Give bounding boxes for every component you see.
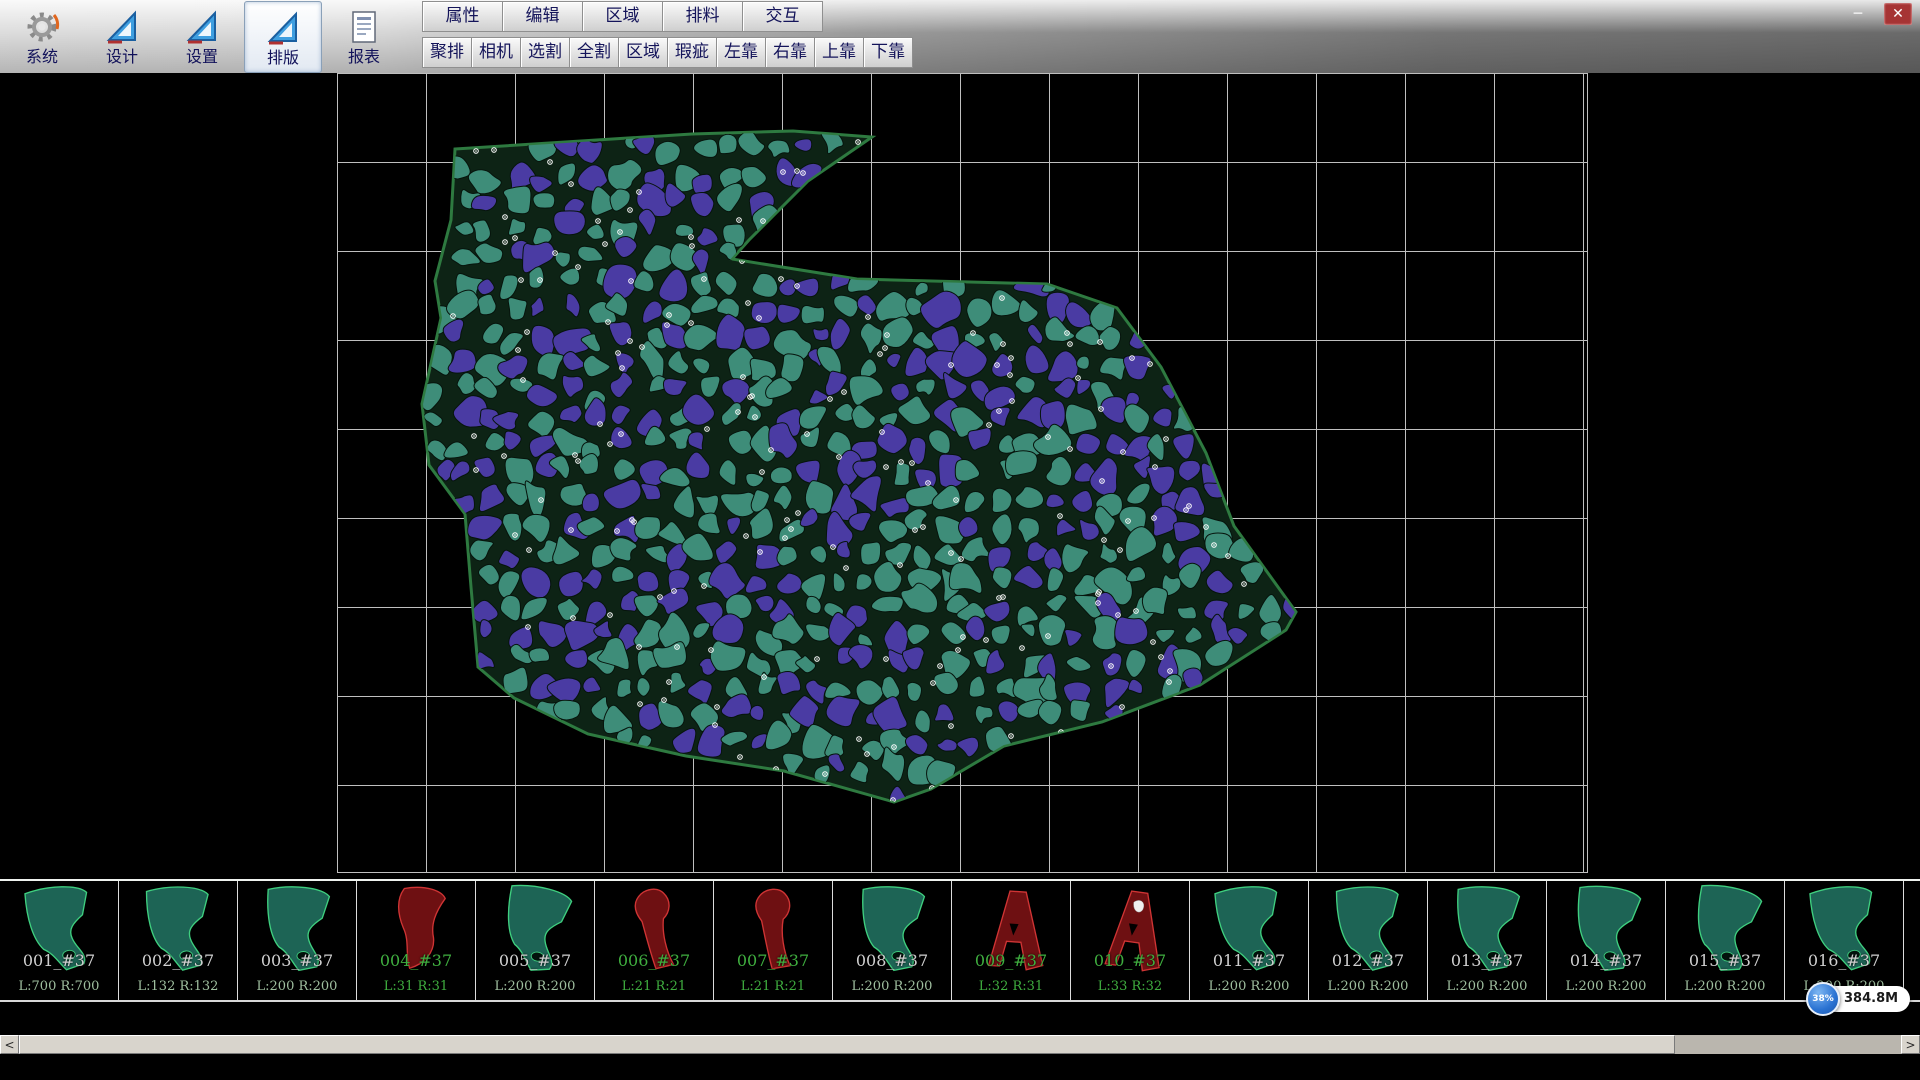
piece-id-label: 013_#37 [1428, 951, 1546, 970]
piece-id-label: 001_#37 [0, 951, 118, 970]
menu-tab-3[interactable]: 区域 [582, 1, 662, 32]
scroll-right-arrow[interactable]: > [1901, 1035, 1920, 1054]
piece-lr-label: L:21 R:21 [714, 979, 832, 994]
menu-button-7[interactable]: 左靠 [716, 37, 765, 68]
menu-button-6[interactable]: 瑕疵 [667, 37, 716, 68]
menu-tab-2[interactable]: 编辑 [502, 1, 582, 32]
piece-thumbnail[interactable]: 003_#37 L:200 R:200 [238, 881, 357, 1000]
set-square-icon [182, 7, 222, 47]
minimize-button[interactable]: ─ [1844, 3, 1872, 25]
progress-badge: 38% [1806, 982, 1840, 1016]
piece-id-label: 008_#37 [833, 951, 951, 970]
piece-lr-label: L:200 R:200 [1428, 979, 1546, 994]
menu-tab-1[interactable]: 属性 [422, 1, 502, 32]
set-square-icon [263, 8, 303, 48]
toolbar-button-label: 排版 [267, 49, 299, 67]
menu-button-1[interactable]: 聚排 [422, 37, 471, 68]
main-toolbar: 系统 设计 设置 排版 报表 [4, 1, 402, 73]
piece-thumbnail[interactable]: 015_#37 L:200 R:200 [1666, 881, 1785, 1000]
horizontal-scrollbar[interactable]: < > [0, 1035, 1920, 1054]
piece-thumbnail[interactable]: 001_#37 L:700 R:700 [0, 881, 119, 1000]
piece-id-label: 007_#37 [714, 951, 832, 970]
piece-thumbnail[interactable]: 005_#37 L:200 R:200 [476, 881, 595, 1000]
toolbar-button-5[interactable]: 报表 [326, 1, 402, 71]
menu-button-4[interactable]: 全割 [569, 37, 618, 68]
piece-lr-label: L:31 R:31 [357, 979, 475, 994]
menu-tab-5[interactable]: 交互 [742, 1, 823, 32]
piece-thumbnail[interactable]: 010_#37 L:33 R:32 [1071, 881, 1190, 1000]
scroll-left-arrow[interactable]: < [0, 1035, 19, 1054]
set-square-icon [102, 7, 142, 47]
toolbar-button-3[interactable]: 设置 [164, 1, 240, 71]
piece-thumbnail[interactable]: 007_#37 L:21 R:21 [714, 881, 833, 1000]
piece-id-label: 010_#37 [1071, 951, 1189, 970]
piece-list-panel: 001_#37 L:700 R:700002_#37 L:132 R:132003_… [0, 879, 1920, 1002]
piece-thumbnail[interactable]: 011_#37 L:200 R:200 [1190, 881, 1309, 1000]
piece-lr-label: L:200 R:200 [833, 979, 951, 994]
toolbar-button-label: 系统 [26, 48, 58, 66]
menu-button-2[interactable]: 相机 [471, 37, 520, 68]
piece-lr-label: L:200 R:200 [238, 979, 356, 994]
piece-thumbnail[interactable]: 008_#37 L:200 R:200 [833, 881, 952, 1000]
piece-thumbnail[interactable]: 014_#37 L:200 R:200 [1547, 881, 1666, 1000]
leather-hide-nest [0, 73, 1920, 879]
piece-id-label: 009_#37 [952, 951, 1070, 970]
toolbar-button-label: 设置 [186, 48, 218, 66]
piece-id-label: 006_#37 [595, 951, 713, 970]
piece-id-label: 012_#37 [1309, 951, 1427, 970]
piece-thumbnail[interactable]: 012_#37 L:200 R:200 [1309, 881, 1428, 1000]
toolbar-button-label: 报表 [348, 48, 380, 66]
menu-button-9[interactable]: 上靠 [814, 37, 863, 68]
menu-button-3[interactable]: 选割 [520, 37, 569, 68]
piece-thumbnail[interactable]: 013_#37 L:200 R:200 [1428, 881, 1547, 1000]
piece-id-label: 014_#37 [1547, 951, 1665, 970]
menu-button-10[interactable]: 下靠 [863, 37, 913, 68]
toolbar-button-2[interactable]: 设计 [84, 1, 160, 71]
progress-indicator: 38% 384.8M [1806, 982, 1910, 1016]
scrollbar-thumb[interactable] [19, 1035, 1675, 1054]
piece-thumbnail[interactable]: 004_#37 L:31 R:31 [357, 881, 476, 1000]
menu-button-row: 聚排相机选割全割区域瑕疵左靠右靠上靠下靠 [422, 37, 913, 68]
menu-button-5[interactable]: 区域 [618, 37, 667, 68]
scrollbar-track[interactable] [19, 1035, 1901, 1054]
piece-thumbnail[interactable]: 002_#37 L:132 R:132 [119, 881, 238, 1000]
toolbar-button-label: 设计 [106, 48, 138, 66]
piece-id-label: 011_#37 [1190, 951, 1308, 970]
piece-lr-label: L:33 R:32 [1071, 979, 1189, 994]
piece-id-label: 002_#37 [119, 951, 237, 970]
close-button[interactable]: ✕ [1884, 3, 1912, 25]
piece-lr-label: L:200 R:200 [1666, 979, 1784, 994]
toolbar-button-1[interactable]: 系统 [4, 1, 80, 71]
top-bar: 系统设计设置排版报表 属性编辑区域排料交互 聚排相机选割全割区域瑕疵左靠右靠上靠… [0, 0, 1920, 74]
piece-lr-label: L:200 R:200 [1547, 979, 1665, 994]
menu-area: 属性编辑区域排料交互 聚排相机选割全割区域瑕疵左靠右靠上靠下靠 [422, 1, 913, 68]
progress-percent: 38% [1812, 994, 1834, 1004]
piece-id-label: 004_#37 [357, 951, 475, 970]
piece-lr-label: L:200 R:200 [1309, 979, 1427, 994]
piece-id-label: 015_#37 [1666, 951, 1784, 970]
piece-thumbnail[interactable]: 006_#37 L:21 R:21 [595, 881, 714, 1000]
toolbar-button-4[interactable]: 排版 [244, 1, 322, 73]
piece-lr-label: L:700 R:700 [0, 979, 118, 994]
piece-id-label: 005_#37 [476, 951, 594, 970]
application-window: 系统设计设置排版报表 属性编辑区域排料交互 聚排相机选割全割区域瑕疵左靠右靠上靠… [0, 0, 1920, 1080]
piece-lr-label: L:32 R:31 [952, 979, 1070, 994]
piece-lr-label: L:21 R:21 [595, 979, 713, 994]
nesting-canvas[interactable] [0, 73, 1920, 879]
piece-id-label: 003_#37 [238, 951, 356, 970]
window-controls: ─ ✕ [1844, 3, 1912, 25]
piece-id-label: 016_#37 [1785, 951, 1903, 970]
piece-lr-label: L:200 R:200 [476, 979, 594, 994]
report-icon [344, 7, 384, 47]
piece-thumbnail[interactable]: 009_#37 L:32 R:31 [952, 881, 1071, 1000]
menu-button-8[interactable]: 右靠 [765, 37, 814, 68]
menu-tab-4[interactable]: 排料 [662, 1, 742, 32]
piece-lr-label: L:200 R:200 [1190, 979, 1308, 994]
gear-icon [22, 7, 62, 47]
menu-tab-row: 属性编辑区域排料交互 [422, 1, 913, 32]
piece-lr-label: L:132 R:132 [119, 979, 237, 994]
